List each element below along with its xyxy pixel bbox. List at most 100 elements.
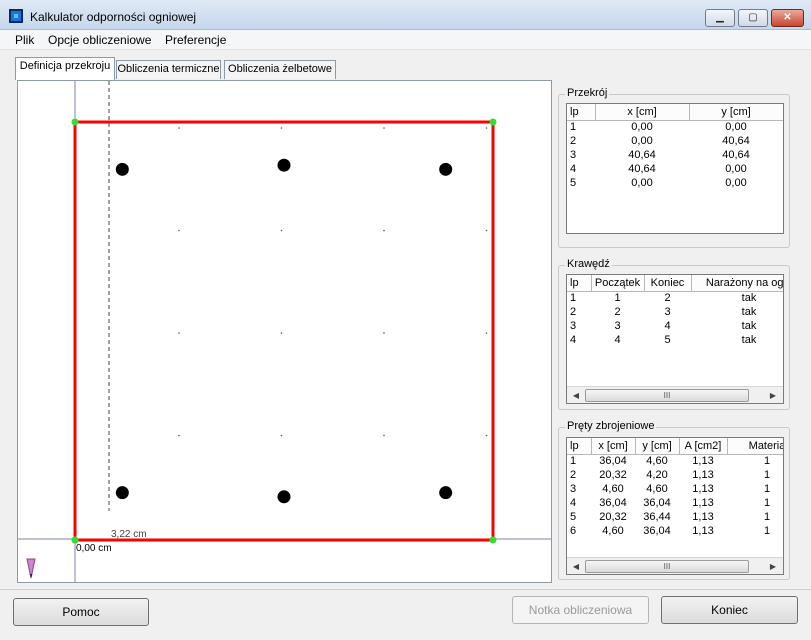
col-lp[interactable]: lp xyxy=(567,438,592,455)
rebar[interactable] xyxy=(115,486,129,500)
table-cell[interactable]: 0,00 xyxy=(689,120,783,134)
table-cell[interactable]: 1 xyxy=(591,291,644,305)
table-cell[interactable]: 3 xyxy=(644,305,691,319)
table-cell[interactable]: 4,60 xyxy=(591,524,635,538)
maximize-button[interactable]: ▢ xyxy=(738,9,768,27)
table-row[interactable]: 3 40,64 40,64 xyxy=(567,148,783,162)
tab-obliczenia-termiczne[interactable]: Obliczenia termiczne xyxy=(116,60,221,79)
scroll-right-icon[interactable]: ▶ xyxy=(766,560,780,573)
table-cell[interactable]: 36,04 xyxy=(635,496,679,510)
table-cell[interactable]: 4 xyxy=(567,333,591,347)
table-cell[interactable]: 1,13 xyxy=(679,468,727,482)
przekroj-table[interactable]: lp x [cm] y [cm] 1 0,00 0,00 2 0,00 40,64 3 40,… xyxy=(566,103,784,234)
table-row[interactable]: 1 1 2 tak xyxy=(567,291,783,305)
col-material[interactable]: Materia xyxy=(727,438,783,455)
table-cell[interactable]: 5 xyxy=(567,176,595,190)
scroll-left-icon[interactable]: ◀ xyxy=(569,389,583,402)
table-row[interactable]: 4 36,04 36,04 1,13 1 xyxy=(567,496,783,510)
scroll-thumb[interactable]: III xyxy=(585,389,749,402)
menu-preferencje[interactable]: Preferencje xyxy=(165,33,226,47)
table-cell[interactable]: tak xyxy=(691,305,783,319)
help-button[interactable]: Pomoc xyxy=(13,598,149,626)
table-row[interactable]: 3 3 4 tak xyxy=(567,319,783,333)
table-cell[interactable]: 4 xyxy=(567,496,591,510)
rebar[interactable] xyxy=(277,158,291,172)
col-y[interactable]: y [cm] xyxy=(689,104,783,121)
section-drawing[interactable]: 3,22 cm 0,00 cm xyxy=(18,81,551,582)
table-cell[interactable]: 1 xyxy=(567,454,591,468)
table-row[interactable]: 2 2 3 tak xyxy=(567,305,783,319)
rebar[interactable] xyxy=(277,490,291,504)
table-cell[interactable]: 1 xyxy=(727,454,783,468)
rebar[interactable] xyxy=(439,162,453,176)
end-button[interactable]: Koniec xyxy=(661,596,798,624)
table-cell[interactable]: 40,64 xyxy=(689,148,783,162)
col-koniec[interactable]: Koniec xyxy=(644,275,692,292)
close-button[interactable]: ✕ xyxy=(771,9,804,27)
table-row[interactable]: 5 20,32 36,44 1,13 1 xyxy=(567,510,783,524)
table-row[interactable]: 4 4 5 tak xyxy=(567,333,783,347)
tab-obliczenia-zelbetowe[interactable]: Obliczenia żelbetowe xyxy=(224,60,336,79)
table-cell[interactable]: 4 xyxy=(567,162,595,176)
section-node[interactable] xyxy=(71,118,79,126)
table-cell[interactable]: 20,32 xyxy=(591,468,635,482)
table-cell[interactable]: 40,64 xyxy=(595,162,689,176)
table-row[interactable]: 5 0,00 0,00 xyxy=(567,176,783,190)
rebar[interactable] xyxy=(115,162,129,176)
col-area[interactable]: A [cm2] xyxy=(679,438,728,455)
table-row[interactable]: 2 20,32 4,20 1,13 1 xyxy=(567,468,783,482)
table-row[interactable]: 1 36,04 4,60 1,13 1 xyxy=(567,454,783,468)
table-cell[interactable]: 0,00 xyxy=(595,120,689,134)
table-cell[interactable]: 1 xyxy=(727,510,783,524)
table-cell[interactable]: 3 xyxy=(567,148,595,162)
table-cell[interactable]: 1,13 xyxy=(679,524,727,538)
table-cell[interactable]: 4,60 xyxy=(635,454,679,468)
table-cell[interactable]: 4,20 xyxy=(635,468,679,482)
table-cell[interactable]: 2 xyxy=(644,291,691,305)
table-cell[interactable]: 4,60 xyxy=(635,482,679,496)
table-cell[interactable]: 2 xyxy=(567,134,595,148)
section-canvas[interactable]: 3,22 cm 0,00 cm xyxy=(17,80,552,583)
table-cell[interactable]: 2 xyxy=(567,305,591,319)
table-cell[interactable]: 1 xyxy=(567,120,595,134)
scroll-thumb[interactable]: III xyxy=(585,560,749,573)
table-cell[interactable]: 1,13 xyxy=(679,482,727,496)
table-cell[interactable]: 0,00 xyxy=(689,176,783,190)
table-row[interactable]: 6 4,60 36,04 1,13 1 xyxy=(567,524,783,538)
table-cell[interactable]: 4 xyxy=(644,319,691,333)
table-cell[interactable]: 36,44 xyxy=(635,510,679,524)
table-cell[interactable]: tak xyxy=(691,333,783,347)
section-node[interactable] xyxy=(489,118,497,126)
minimize-button[interactable]: ▁ xyxy=(705,9,735,27)
table-cell[interactable]: 36,04 xyxy=(635,524,679,538)
table-cell[interactable]: 0,00 xyxy=(595,134,689,148)
scroll-right-icon[interactable]: ▶ xyxy=(766,389,780,402)
table-row[interactable]: 4 40,64 0,00 xyxy=(567,162,783,176)
table-cell[interactable]: 1,13 xyxy=(679,510,727,524)
table-cell[interactable]: 3 xyxy=(567,482,591,496)
table-row[interactable]: 1 0,00 0,00 xyxy=(567,120,783,134)
table-cell[interactable]: 3 xyxy=(591,319,644,333)
table-cell[interactable]: 36,04 xyxy=(591,496,635,510)
table-cell[interactable]: 1,13 xyxy=(679,454,727,468)
section-outline[interactable] xyxy=(73,120,495,542)
prety-table[interactable]: lp x [cm] y [cm] A [cm2] Materia 1 36,04 4… xyxy=(566,437,784,575)
table-cell[interactable]: 4,60 xyxy=(591,482,635,496)
table-cell[interactable]: tak xyxy=(691,319,783,333)
col-lp[interactable]: lp xyxy=(567,104,596,121)
table-cell[interactable]: 40,64 xyxy=(595,148,689,162)
table-cell[interactable]: 1 xyxy=(727,468,783,482)
krawedz-hscrollbar[interactable]: ◀ III ▶ xyxy=(567,386,783,403)
menu-plik[interactable]: Plik xyxy=(15,33,34,47)
col-x[interactable]: x [cm] xyxy=(591,438,636,455)
table-cell[interactable]: 5 xyxy=(644,333,691,347)
table-cell[interactable]: 1 xyxy=(727,482,783,496)
col-lp[interactable]: lp xyxy=(567,275,592,292)
col-y[interactable]: y [cm] xyxy=(635,438,680,455)
col-narazony[interactable]: Narażony na ogie xyxy=(691,275,783,292)
section-node[interactable] xyxy=(489,536,497,544)
prety-hscrollbar[interactable]: ◀ III ▶ xyxy=(567,557,783,574)
table-cell[interactable]: 0,00 xyxy=(595,176,689,190)
menu-opcje-obliczeniowe[interactable]: Opcje obliczeniowe xyxy=(48,33,151,47)
table-cell[interactable]: 1 xyxy=(727,496,783,510)
